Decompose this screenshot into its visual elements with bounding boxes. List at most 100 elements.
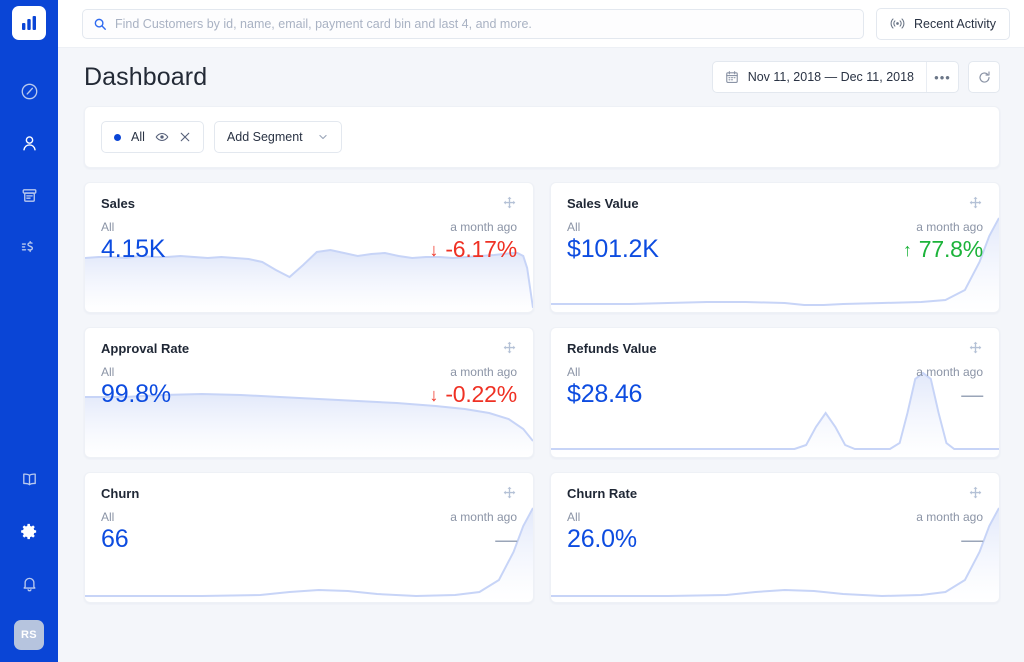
metric-card-churn-rate[interactable]: Churn Rate All a month ago 26.0% [550,472,1000,603]
card-delta-text: — [961,382,983,408]
card-delta-text: -0.22% [445,381,517,408]
card-title: Churn Rate [567,486,637,501]
metric-card-approval-rate[interactable]: Approval Rate All a month ago 99.8% [84,327,534,458]
metric-card-refunds-value[interactable]: Refunds Value All a month ago $28.46 [550,327,1000,458]
drag-handle-icon[interactable] [968,196,983,211]
header-actions: Nov 11, 2018 — Dec 11, 2018 ••• [712,61,1000,93]
sidebar-item-customers[interactable] [14,128,44,158]
metric-cards-grid: Sales All a month ago 4.15K [84,182,1000,603]
card-value: 26.0% [567,525,637,554]
card-subheader: All a month ago [85,501,533,524]
card-delta-text: — [961,527,983,553]
card-delta: — [961,382,983,408]
card-values: 99.8% ↓ -0.22% [85,379,533,409]
card-header: Refunds Value [551,328,999,356]
drag-handle-icon[interactable] [502,341,517,356]
card-delta: ↑ 77.8% [903,236,983,263]
sidebar-bottom-nav: RS [14,464,44,650]
card-period: a month ago [916,220,983,234]
card-subheader: All a month ago [85,211,533,234]
sidebar: RS [0,0,58,662]
card-delta-text: — [495,527,517,553]
card-header: Approval Rate [85,328,533,356]
metric-card-sales-value[interactable]: Sales Value All a month ago $101.2K [550,182,1000,313]
card-delta-text: -6.17% [445,236,517,263]
card-subheader: All a month ago [551,356,999,379]
bell-icon [20,574,39,593]
close-icon[interactable] [179,131,191,143]
segment-chip-label: All [131,130,145,144]
card-title: Sales Value [567,196,639,211]
card-value: 99.8% [101,380,171,409]
card-header: Churn [85,473,533,501]
app-logo[interactable] [12,6,46,40]
avatar[interactable]: RS [14,620,44,650]
card-segment: All [567,220,580,234]
search-box[interactable] [82,9,864,39]
card-title: Churn [101,486,139,501]
main-area: Recent Activity Dashboard Nov 11, 2018 —… [58,0,1024,662]
card-delta-text: 77.8% [919,236,983,263]
money-transfer-icon [20,238,39,257]
card-values: $28.46 — [551,379,999,409]
sidebar-item-notifications[interactable] [14,568,44,598]
app-root: RS Recent Activity D [0,0,1024,662]
drag-handle-icon[interactable] [502,196,517,211]
card-period: a month ago [450,365,517,379]
card-period: a month ago [450,510,517,524]
eye-icon[interactable] [155,130,169,144]
gauge-icon [20,82,39,101]
segment-bar: All Add Segment [84,106,1000,168]
refresh-button[interactable] [968,61,1000,93]
card-segment: All [101,365,114,379]
recent-activity-button[interactable]: Recent Activity [876,8,1010,40]
card-value: 66 [101,525,128,554]
sidebar-nav [14,76,44,262]
gear-icon [20,522,39,541]
recent-activity-label: Recent Activity [914,17,996,31]
search-input[interactable] [115,17,853,31]
trend-up-icon: ↑ [903,241,912,259]
page-header: Dashboard Nov 11, 2018 — Dec 11, 2018 ••… [58,48,1024,106]
segment-color-dot [114,134,121,141]
card-header: Churn Rate [551,473,999,501]
chevron-down-icon [317,131,329,143]
search-icon [93,17,107,31]
add-segment-button[interactable]: Add Segment [214,121,342,153]
payment-terminal-icon [20,186,39,205]
sidebar-item-transactions[interactable] [14,232,44,262]
card-delta: — [961,527,983,553]
bar-chart-logo-icon [20,14,38,32]
card-period: a month ago [916,365,983,379]
drag-handle-icon[interactable] [968,341,983,356]
card-title: Sales [101,196,135,211]
book-icon [20,470,39,489]
avatar-initials: RS [21,629,37,641]
metric-card-churn[interactable]: Churn All a month ago 66 [84,472,534,603]
date-range-label-wrap[interactable]: Nov 11, 2018 — Dec 11, 2018 [713,62,926,92]
refresh-icon [977,70,992,85]
card-segment: All [567,365,580,379]
card-subheader: All a month ago [551,211,999,234]
card-value: $28.46 [567,380,642,409]
sidebar-item-payments[interactable] [14,180,44,210]
card-title: Refunds Value [567,341,657,356]
sidebar-item-settings[interactable] [14,516,44,546]
card-period: a month ago [450,220,517,234]
card-subheader: All a month ago [85,356,533,379]
card-delta: — [495,527,517,553]
card-delta: ↓ -0.22% [430,381,518,408]
date-range-more-button[interactable]: ••• [926,62,958,92]
card-segment: All [101,510,114,524]
card-subheader: All a month ago [551,501,999,524]
sidebar-item-docs[interactable] [14,464,44,494]
card-segment: All [567,510,580,524]
drag-handle-icon[interactable] [968,486,983,501]
drag-handle-icon[interactable] [502,486,517,501]
card-value: $101.2K [567,235,659,264]
sidebar-item-dashboard[interactable] [14,76,44,106]
segment-chip-all[interactable]: All [101,121,204,153]
metric-card-sales[interactable]: Sales All a month ago 4.15K [84,182,534,313]
dashboard-content: All Add Segment [58,106,1024,662]
date-range-picker[interactable]: Nov 11, 2018 — Dec 11, 2018 ••• [712,61,959,93]
